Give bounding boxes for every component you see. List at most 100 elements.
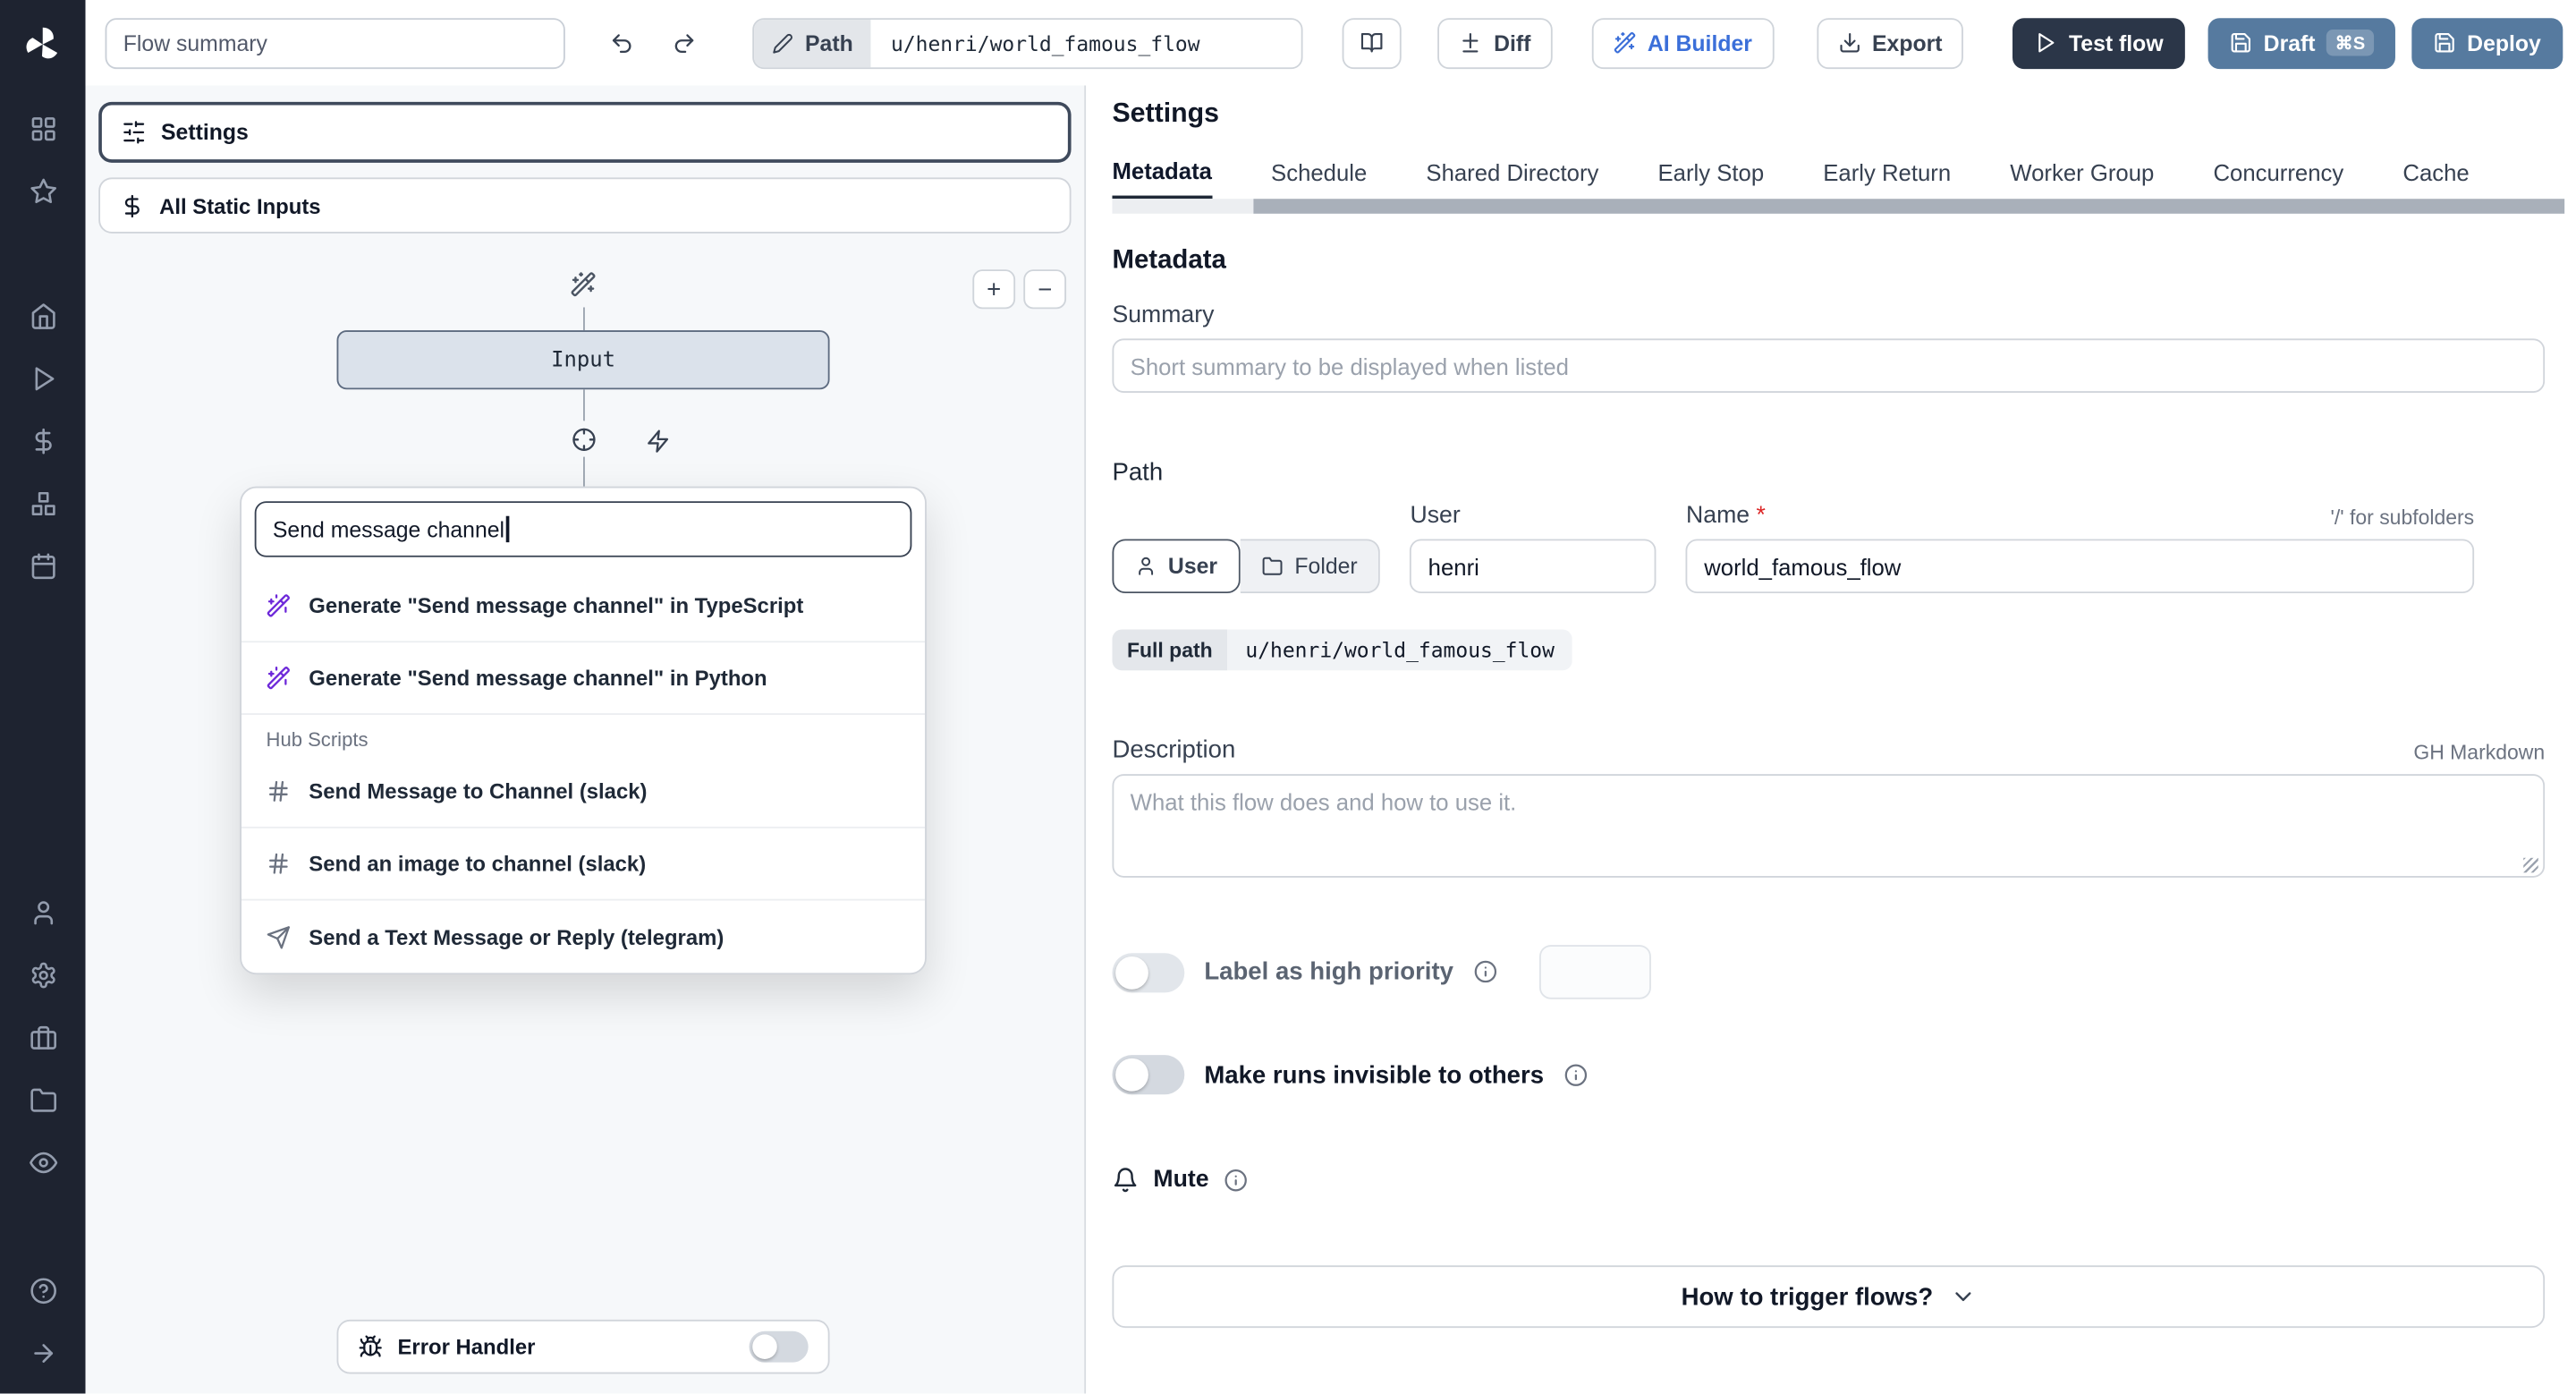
slack-icon — [267, 851, 292, 876]
docs-button[interactable] — [1343, 17, 1402, 69]
variables-icon[interactable] — [0, 409, 86, 472]
metadata-heading: Metadata — [1112, 246, 1226, 275]
step-search-popup: Send message channel Generate "Send mess… — [240, 486, 927, 975]
user-field-group: User — [1410, 503, 1657, 594]
mute-row[interactable]: Mute — [1112, 1167, 2545, 1193]
settings-tabs: Metadata Schedule Shared Directory Early… — [1112, 156, 2564, 200]
draft-button[interactable]: Draft ⌘S — [2207, 17, 2395, 69]
export-button[interactable]: Export — [1816, 17, 1964, 69]
bug-icon — [358, 1334, 383, 1359]
high-priority-toggle[interactable] — [1112, 952, 1185, 992]
flow-settings-node[interactable]: Settings — [98, 101, 1072, 163]
tab-cache[interactable]: Cache — [2402, 156, 2469, 199]
input-node[interactable]: Input — [336, 330, 830, 390]
name-input[interactable] — [1686, 539, 2475, 594]
zap-icon[interactable] — [639, 422, 675, 459]
owner-kind-folder-button[interactable]: Folder — [1240, 539, 1381, 594]
name-field-group: Name * '/' for subfolders — [1686, 503, 2475, 594]
user-input[interactable] — [1410, 539, 1657, 594]
panel-title: Settings — [1112, 98, 1220, 129]
tab-metadata[interactable]: Metadata — [1112, 156, 1212, 200]
eye-icon[interactable] — [0, 1131, 86, 1194]
home-icon[interactable] — [0, 285, 86, 347]
flow-canvas: Settings All Static Inputs Input + − Sen… — [85, 85, 1085, 1394]
hub-script-item[interactable]: Send an image to channel (slack) — [242, 829, 926, 901]
generate-python-item[interactable]: Generate "Send message channel" in Pytho… — [242, 642, 926, 715]
settings-panel: Settings Metadata Schedule Shared Direct… — [1084, 85, 2576, 1394]
full-path-display: Full path u/henri/world_famous_flow — [1112, 629, 1573, 671]
info-icon[interactable] — [1473, 960, 1497, 984]
folder-icon[interactable] — [0, 1068, 86, 1131]
description-head: Description GH Markdown — [1112, 736, 2545, 764]
runs-icon[interactable] — [0, 347, 86, 410]
ai-flow-wand-icon[interactable] — [570, 271, 596, 297]
high-priority-row: Label as high priority — [1112, 945, 2545, 999]
tab-concurrency[interactable]: Concurrency — [2213, 156, 2343, 199]
diff-icon — [1460, 31, 1483, 55]
hub-script-item[interactable]: Send a Text Message or Reply (telegram) — [242, 901, 925, 973]
required-asterisk: * — [1756, 503, 1766, 530]
description-wrap — [1112, 774, 2546, 882]
description-label: Description — [1112, 735, 1236, 765]
markdown-hint: GH Markdown — [2413, 741, 2546, 765]
summary-input[interactable] — [1112, 338, 2546, 393]
help-icon[interactable] — [0, 1259, 86, 1322]
path-edit-button[interactable]: Path — [754, 19, 871, 67]
error-handler-toggle[interactable] — [749, 1330, 809, 1363]
test-flow-button[interactable]: Test flow — [2012, 17, 2185, 69]
save-icon — [2433, 31, 2456, 55]
crosshair-icon[interactable] — [564, 421, 602, 457]
tab-shared-directory[interactable]: Shared Directory — [1426, 156, 1598, 199]
deploy-button[interactable]: Deploy — [2411, 17, 2563, 69]
windmill-flow-editor: Path u/henri/world_famous_flow Diff AI B… — [0, 0, 2576, 1394]
tabs-scrollbar-thumb[interactable] — [1253, 199, 2565, 214]
briefcase-icon[interactable] — [0, 1006, 86, 1068]
gear-icon[interactable] — [0, 943, 86, 1006]
expand-sidebar-icon[interactable] — [0, 1322, 86, 1384]
chevron-down-icon — [1950, 1283, 1976, 1309]
step-search-input[interactable]: Send message channel — [254, 501, 912, 557]
zoom-in-button[interactable]: + — [972, 269, 1016, 310]
tab-early-stop[interactable]: Early Stop — [1657, 156, 1764, 199]
path-section-label: Path — [1112, 458, 1164, 487]
info-icon[interactable] — [1563, 1063, 1588, 1087]
redo-button[interactable] — [657, 16, 710, 69]
priority-value-input[interactable] — [1539, 945, 1652, 999]
apps-icon[interactable] — [0, 97, 86, 159]
path-edit-group[interactable]: Path u/henri/world_famous_flow — [752, 17, 1304, 69]
ai-builder-button[interactable]: AI Builder — [1591, 17, 1774, 69]
tab-schedule[interactable]: Schedule — [1271, 156, 1367, 199]
save-icon — [2229, 31, 2252, 55]
schedules-icon[interactable] — [0, 534, 86, 597]
windmill-logo[interactable] — [21, 20, 64, 69]
star-icon[interactable] — [0, 159, 86, 222]
error-handler-node[interactable]: Error Handler — [336, 1319, 830, 1374]
invisible-runs-row: Make runs invisible to others — [1112, 1055, 2545, 1095]
flow-summary-input[interactable] — [105, 17, 565, 69]
wand-icon — [1613, 31, 1636, 55]
invisible-runs-toggle[interactable] — [1112, 1055, 1185, 1095]
tab-early-return[interactable]: Early Return — [1823, 156, 1951, 199]
description-textarea[interactable] — [1112, 774, 2546, 878]
book-icon — [1360, 31, 1384, 55]
tabs-scrollbar-track — [1112, 199, 2565, 214]
owner-kind-user-button[interactable]: User — [1112, 539, 1241, 594]
undo-button[interactable] — [595, 16, 648, 69]
path-button-label: Path — [805, 30, 853, 55]
telegram-icon — [267, 924, 292, 949]
zoom-out-button[interactable]: − — [1023, 269, 1067, 310]
resources-icon[interactable] — [0, 472, 86, 534]
user-icon[interactable] — [0, 880, 86, 943]
info-icon[interactable] — [1224, 1168, 1248, 1192]
diff-button[interactable]: Diff — [1437, 17, 1553, 69]
tab-worker-group[interactable]: Worker Group — [2010, 156, 2154, 199]
full-path-label: Full path — [1112, 629, 1228, 671]
generate-typescript-item[interactable]: Generate "Send message channel" in TypeS… — [242, 570, 926, 643]
download-icon — [1837, 31, 1860, 55]
hub-script-item[interactable]: Send Message to Channel (slack) — [242, 756, 926, 829]
static-inputs-node[interactable]: All Static Inputs — [98, 177, 1072, 234]
mute-label: Mute — [1153, 1167, 1209, 1194]
bell-icon — [1112, 1167, 1138, 1193]
how-to-trigger-flows-button[interactable]: How to trigger flows? — [1112, 1265, 2546, 1329]
pencil-icon — [772, 32, 793, 54]
